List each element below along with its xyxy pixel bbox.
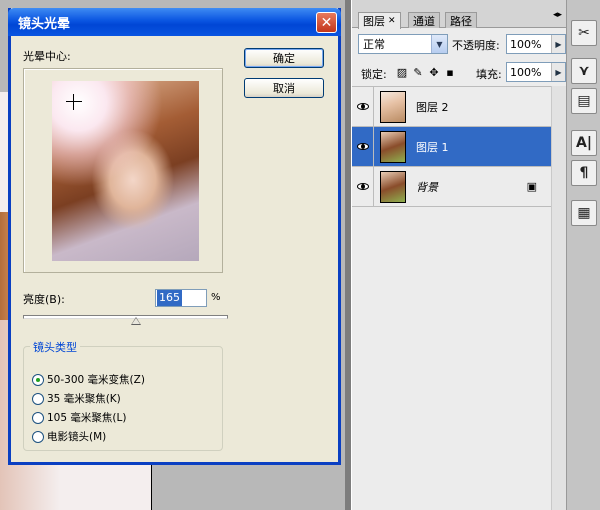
lens-type-title: 镜头类型 — [30, 339, 80, 355]
layer-name: 图层 1 — [416, 140, 449, 154]
close-button[interactable]: ✕ — [316, 12, 337, 33]
layer-name: 背景 — [416, 180, 438, 194]
opacity-label: 不透明度: — [452, 39, 500, 52]
tab-paths[interactable]: 路径 — [445, 12, 477, 28]
brightness-unit: % — [211, 292, 221, 303]
layers-panel: 图层 ✕ 通道 路径 ◂▸ 正常 ▼ 不透明度: 100% ▶ 锁定: ▨ ✎ … — [351, 0, 567, 510]
character-icon[interactable]: A| — [571, 130, 597, 156]
brightness-slider[interactable] — [23, 315, 228, 319]
close-tab-icon[interactable]: ✕ — [388, 16, 396, 26]
blend-row: 正常 ▼ 不透明度: 100% ▶ — [358, 34, 566, 54]
lens-option-label: 35 毫米聚焦(K) — [47, 393, 121, 405]
fill-label: 填充: — [476, 68, 502, 81]
lock-row: 锁定: ▨ ✎ ✥ ▪ 填充: 100% ▶ — [358, 62, 566, 82]
lens-type-group: 镜头类型 50-300 毫米变焦(Z) 35 毫米聚焦(K) 105 毫米聚焦(… — [23, 339, 223, 451]
radio-icon[interactable] — [32, 430, 44, 443]
tab-label: 通道 — [413, 14, 435, 28]
fill-input[interactable]: 100% ▶ — [506, 62, 566, 82]
flare-preview[interactable] — [23, 68, 223, 273]
layer-row[interactable]: 图层 1 — [352, 126, 551, 167]
panel-tabs: 图层 ✕ 通道 路径 ◂▸ — [352, 0, 566, 29]
eye-icon — [356, 183, 369, 190]
lens-option-label: 电影镜头(M) — [47, 431, 107, 443]
chevron-right-icon[interactable]: ▶ — [551, 35, 565, 53]
lens-option-50-300[interactable]: 50-300 毫米变焦(Z) — [32, 372, 145, 387]
chevron-right-icon[interactable]: ▶ — [551, 63, 565, 81]
lens-option-label: 50-300 毫米变焦(Z) — [47, 374, 145, 386]
blend-mode-select[interactable]: 正常 ▼ — [358, 34, 448, 54]
lens-flare-dialog: 镜头光晕 ✕ 光晕中心: 确定 取消 亮度(B): 165 % 镜头类型 50-… — [8, 8, 341, 465]
lock-icon: ▣ — [526, 180, 537, 193]
visibility-toggle[interactable] — [352, 166, 374, 207]
lock-position-icon[interactable]: ✥ — [428, 66, 440, 79]
visibility-toggle[interactable] — [352, 86, 374, 127]
radio-icon[interactable] — [32, 392, 44, 405]
lock-transparency-icon[interactable]: ▨ — [396, 66, 408, 79]
cancel-button[interactable]: 取消 — [244, 78, 324, 98]
tab-label: 路径 — [450, 14, 472, 28]
lock-image-icon[interactable]: ✎ — [412, 66, 424, 79]
layer-scrollbar[interactable] — [551, 86, 567, 510]
notes-icon[interactable]: ▦ — [571, 200, 597, 226]
brightness-label: 亮度(B): — [23, 293, 65, 306]
lock-label: 锁定: — [361, 68, 387, 81]
opacity-value: 100% — [510, 37, 542, 51]
layer-thumbnail — [380, 90, 406, 123]
fill-value: 100% — [510, 65, 542, 79]
tab-layers[interactable]: 图层 ✕ — [358, 12, 401, 29]
tool-strip: ✂ ⋎ ▤ A| ¶ ▦ — [566, 0, 600, 510]
radio-selected-icon[interactable] — [32, 373, 44, 386]
layer-list: 图层 2 图层 1 背景 ▣ — [352, 86, 551, 207]
layer-name: 图层 2 — [416, 100, 449, 114]
panel-menu-icon[interactable]: ◂▸ — [553, 10, 562, 20]
flare-center-label: 光晕中心: — [23, 50, 71, 63]
layer-row[interactable]: 图层 2 — [352, 86, 551, 127]
chevron-down-icon[interactable]: ▼ — [431, 35, 447, 53]
lens-option-label: 105 毫米聚焦(L) — [47, 412, 127, 424]
layer-thumbnail — [380, 170, 406, 203]
tab-label: 图层 — [363, 15, 385, 28]
ok-button[interactable]: 确定 — [244, 48, 324, 68]
lens-option-movie[interactable]: 电影镜头(M) — [32, 429, 106, 444]
flare-center-crosshair-icon[interactable] — [66, 94, 82, 110]
tab-channels[interactable]: 通道 — [408, 12, 440, 28]
paragraph-icon[interactable]: ¶ — [571, 160, 597, 186]
brush-icon[interactable]: ⋎ — [571, 58, 597, 84]
layer-thumbnail — [380, 130, 406, 163]
dialog-titlebar[interactable]: 镜头光晕 ✕ — [8, 8, 341, 36]
app-root: 镜头光晕 ✕ 光晕中心: 确定 取消 亮度(B): 165 % 镜头类型 50-… — [0, 0, 600, 510]
lock-all-icon[interactable]: ▪ — [444, 66, 456, 79]
eye-icon — [356, 103, 369, 110]
eye-icon — [356, 143, 369, 150]
brightness-row: 亮度(B): — [23, 291, 65, 307]
lens-option-35[interactable]: 35 毫米聚焦(K) — [32, 391, 121, 406]
dialog-title: 镜头光晕 — [18, 16, 71, 32]
opacity-input[interactable]: 100% ▶ — [506, 34, 566, 54]
brightness-value: 165 — [157, 290, 182, 306]
visibility-toggle[interactable] — [352, 126, 374, 167]
blend-mode-value: 正常 — [363, 38, 385, 51]
brightness-input[interactable]: 165 — [155, 289, 207, 307]
swatches-icon[interactable]: ▤ — [571, 88, 597, 114]
tools-icon[interactable]: ✂ — [571, 20, 597, 46]
lens-option-105[interactable]: 105 毫米聚焦(L) — [32, 410, 126, 425]
close-icon: ✕ — [320, 14, 333, 31]
brightness-slider-thumb[interactable] — [130, 317, 141, 325]
layer-row[interactable]: 背景 ▣ — [352, 166, 551, 207]
radio-icon[interactable] — [32, 411, 44, 424]
